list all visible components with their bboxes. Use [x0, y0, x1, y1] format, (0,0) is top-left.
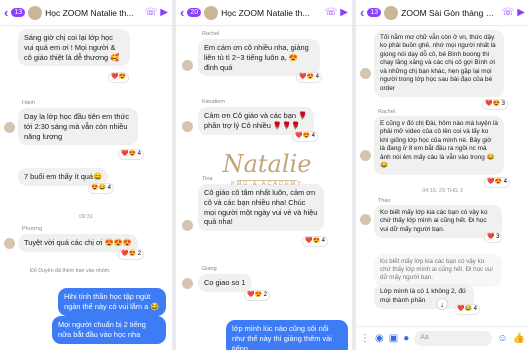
my-message-bubble[interactable]: Mọi người chuẩn bị 2 tiếng nữa bắt đầu v… — [52, 316, 166, 344]
group-avatar[interactable] — [204, 5, 219, 20]
back-arrow-icon[interactable]: ‹ — [180, 6, 184, 19]
avatar[interactable] — [360, 150, 371, 161]
reaction-badge[interactable]: ❤️😍 4 — [302, 236, 328, 247]
reaction-badge[interactable]: ❤️😍 4 — [484, 177, 510, 188]
message-bubble[interactable]: Em cám ơn cô nhiều nha, giảng liên tù tì… — [198, 39, 320, 77]
avatar[interactable] — [182, 278, 193, 289]
camera-icon[interactable]: ◉ — [375, 333, 384, 344]
timestamp: 04:15, 29 THG 3 — [422, 188, 463, 194]
sender-name: Thao — [378, 198, 391, 204]
avatar[interactable] — [360, 68, 371, 79]
chat-title[interactable]: ZOOM Sài Gòn tháng 3/... — [401, 8, 499, 18]
chat-panel-2: ‹ 20 Học ZOOM Natalie th... ☏ ▶ Rachel E… — [176, 0, 352, 350]
sender-name: Giang — [202, 266, 217, 272]
sender-name: Kieudiem — [202, 99, 225, 105]
avatar[interactable] — [182, 60, 193, 71]
message-bubble[interactable]: Co giao so 1 — [198, 274, 252, 292]
message-bubble[interactable]: E cũng v đó chị Đài, hôm nào mà luyện là… — [374, 116, 504, 175]
quoted-message[interactable]: Ko biết mấy lớp kia các bạn có vậy ko ch… — [374, 254, 502, 287]
scroll-down-icon[interactable]: ↓ — [436, 298, 448, 310]
sender-name: Rachel — [202, 31, 220, 37]
sender-name: Phượng — [22, 226, 43, 232]
message-bubble[interactable]: Cô giáo cô tâm nhất luôn, cảm ơn cô và c… — [198, 184, 324, 232]
reaction-badge[interactable]: ❤️😍 2 — [118, 249, 144, 260]
avatar[interactable] — [182, 220, 193, 231]
emoji-icon[interactable]: ☺ — [497, 333, 507, 344]
chat-header: ‹ 13 Học ZOOM Natalie th... ☏ ▶ — [0, 0, 172, 26]
reaction-badge[interactable]: ❤️😍 4 — [292, 131, 318, 142]
menu-icon[interactable]: ⋮ — [360, 333, 370, 344]
image-icon[interactable]: ▣ — [389, 333, 398, 344]
message-input[interactable]: Aa — [414, 331, 493, 346]
message-bubble[interactable]: Tối nằm mơ chữ vẫn còn ở vn, thức dậy ko… — [374, 30, 504, 98]
avatar[interactable] — [360, 214, 371, 225]
reaction-badge[interactable]: ❤️😍 4 — [296, 72, 322, 83]
avatar[interactable] — [182, 121, 193, 132]
message-bubble[interactable]: Sáng giờ chị coi lại lớp học vui quá em … — [18, 29, 130, 67]
reaction-badge[interactable]: ❤️😍 2 — [244, 290, 270, 301]
unread-badge: 20 — [187, 8, 202, 17]
chat-title[interactable]: Học ZOOM Natalie th... — [221, 8, 322, 18]
timestamp: 09:31 — [79, 214, 93, 220]
mic-icon[interactable]: ● — [403, 333, 409, 344]
my-message-bubble[interactable]: lớp mình lúc nào cũng sôi nổi như thế nà… — [226, 320, 348, 350]
message-composer: ⋮ ◉ ▣ ● Aa ☺ 👍 — [356, 326, 529, 350]
reaction-badge[interactable]: ❤️ 3 — [484, 232, 503, 243]
chat-panel-3: ‹ 13 ZOOM Sài Gòn tháng 3/... ☏ ▶ Tối nằ… — [356, 0, 529, 350]
chat-header: ‹ 20 Học ZOOM Natalie th... ☏ ▶ — [176, 0, 352, 26]
phone-icon[interactable]: ☏ — [502, 7, 515, 18]
video-call-icon[interactable]: ▶ — [340, 7, 348, 18]
reaction-badge[interactable]: 😍😂 4 — [88, 183, 114, 194]
back-arrow-icon[interactable]: ‹ — [360, 6, 364, 19]
group-avatar[interactable] — [28, 5, 43, 20]
system-message: Đỗ Duyên đã thêm bạn vào nhóm. — [30, 268, 111, 274]
group-avatar[interactable] — [384, 5, 399, 20]
chat-title[interactable]: Học ZOOM Natalie th... — [45, 8, 142, 18]
back-arrow-icon[interactable]: ‹ — [4, 6, 8, 19]
reaction-badge[interactable]: ❤️😂 4 — [454, 304, 480, 315]
chat-panel-1: ‹ 13 Học ZOOM Natalie th... ☏ ▶ Sáng giờ… — [0, 0, 172, 350]
unread-badge: 13 — [11, 8, 26, 17]
reaction-badge[interactable]: ❤️😍 — [108, 72, 129, 83]
unread-badge: 13 — [367, 8, 382, 17]
phone-icon[interactable]: ☏ — [325, 7, 338, 18]
like-icon[interactable]: 👍 — [513, 333, 525, 344]
message-bubble[interactable]: Day la lớp học đầu tiên em thức tới 2:30… — [18, 108, 138, 146]
phone-icon[interactable]: ☏ — [145, 7, 158, 18]
message-bubble[interactable]: Ko biết mấy lớp kia các bạn có vậy ko ch… — [374, 205, 502, 239]
chat-header: ‹ 13 ZOOM Sài Gòn tháng 3/... ☏ ▶ — [356, 0, 529, 26]
reaction-badge[interactable]: ❤️😍 4 — [118, 149, 144, 160]
sender-name: Hạnh — [22, 100, 36, 106]
sender-name: Rachel — [378, 109, 396, 115]
reaction-badge[interactable]: ❤️😍 3 — [482, 99, 508, 110]
my-message-bubble[interactable]: Hihi tính thần học tập ngút ngàn thế này… — [58, 288, 166, 316]
video-call-icon[interactable]: ▶ — [517, 7, 525, 18]
avatar[interactable] — [4, 238, 15, 249]
sender-name: Tina — [202, 176, 213, 182]
video-call-icon[interactable]: ▶ — [160, 7, 168, 18]
avatar[interactable] — [4, 122, 15, 133]
